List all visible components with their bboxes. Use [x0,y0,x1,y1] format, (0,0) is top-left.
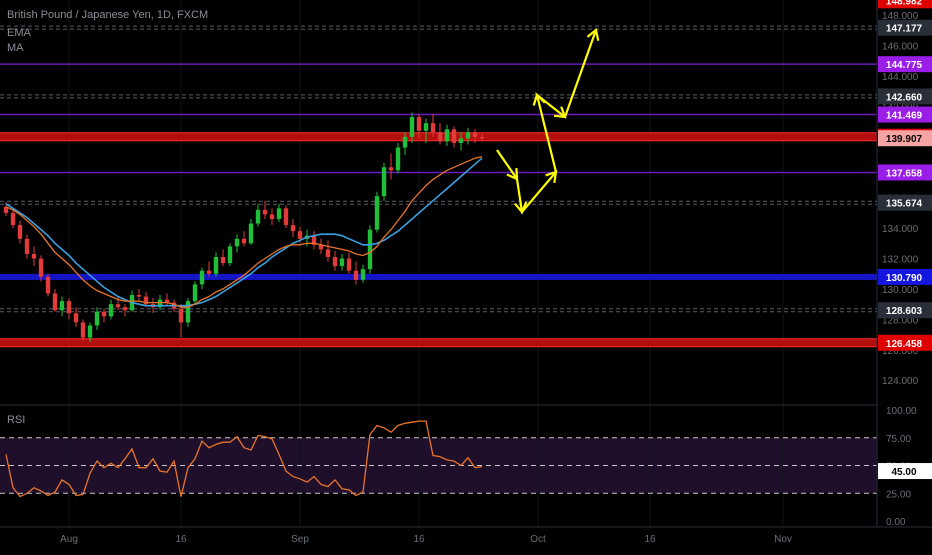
price-tag-label: 135.674 [886,199,923,210]
candle-body[interactable] [24,238,30,254]
candle-body[interactable] [353,270,359,280]
candle-body[interactable] [227,246,233,264]
price-tag-label: 139.907 [886,134,923,145]
candle-body[interactable] [241,238,247,244]
candle-body[interactable] [297,231,303,239]
price-tag-label: 144.775 [886,60,923,71]
candle-body[interactable] [451,129,457,143]
candle-body[interactable] [360,269,366,280]
candle-body[interactable] [234,238,240,247]
price-tag-label: 142.660 [886,92,923,103]
candle-body[interactable] [115,304,121,308]
candle-body[interactable] [395,147,401,171]
candle-body[interactable] [339,258,345,267]
chart-canvas[interactable]: 148.000146.000144.000142.000140.000138.0… [0,0,932,550]
candle-body[interactable] [325,249,331,258]
level-blue-zone [0,273,877,280]
ema-indicator-label[interactable]: EMA [7,27,31,39]
candle-body[interactable] [402,136,408,148]
candle-body[interactable] [276,208,282,219]
candle-body[interactable] [45,276,51,294]
candle-body[interactable] [283,208,289,226]
rsi-tick-label: 0.00 [886,517,906,528]
candle-body[interactable] [136,295,142,297]
price-tick-label: 132.000 [882,255,919,266]
time-tick-label: Aug [60,534,78,545]
time-tick-label: 16 [413,534,425,545]
candle-body[interactable] [66,301,72,314]
price-tag-label: 141.469 [886,111,923,122]
candle-body[interactable] [108,304,114,317]
candle-body[interactable] [185,301,191,323]
candle-body[interactable] [59,301,65,311]
candle-body[interactable] [367,229,373,270]
rsi-current-tag-label: 45.00 [891,467,916,478]
price-tick-label: 146.000 [882,42,919,53]
price-tag-label: 126.458 [886,339,923,350]
candle-body[interactable] [409,117,415,137]
candle-body[interactable] [206,270,212,274]
candle-body[interactable] [269,214,275,219]
candle-body[interactable] [101,311,107,317]
candle-body[interactable] [388,167,394,171]
candle-body[interactable] [80,322,86,338]
candle-body[interactable] [346,258,352,271]
candle-body[interactable] [52,293,58,311]
candle-body[interactable] [10,212,16,226]
candle-body[interactable] [332,257,338,267]
rsi-tick-label: 100.00 [886,406,917,417]
candle-body[interactable] [31,253,37,259]
candle-body[interactable] [17,225,23,239]
candle-body[interactable] [220,257,226,264]
candle-body[interactable] [213,257,219,274]
price-tag-label: 128.603 [886,306,923,317]
rsi-band [0,437,877,494]
price-tick-label: 124.000 [882,376,919,387]
candle-body[interactable] [472,132,478,137]
price-tag-label: 130.790 [886,273,923,284]
candle-body[interactable] [437,132,443,142]
candle-body[interactable] [122,307,128,311]
candle-body[interactable] [416,117,422,131]
candle-body[interactable] [465,132,471,139]
price-tick-label: 134.000 [882,224,919,235]
time-tick-label: 16 [175,534,187,545]
price-tag-label: 147.177 [886,24,923,35]
candle-body[interactable] [87,325,93,338]
symbol-title: British Pound / Japanese Yen, 1D, FXCM [7,9,209,21]
time-tick-label: Sep [291,534,309,545]
candle-body[interactable] [38,258,44,277]
time-tick-label: 16 [644,534,656,545]
candle-body[interactable] [381,167,387,197]
candle-body[interactable] [199,270,205,285]
candle-body[interactable] [262,209,268,215]
candle-body[interactable] [374,196,380,230]
time-tick-label: Oct [530,534,546,545]
rsi-tick-label: 25.00 [886,489,911,500]
candle-body[interactable] [255,209,261,224]
chart-stage[interactable]: 148.000146.000144.000142.000140.000138.0… [0,0,932,550]
candle-body[interactable] [178,308,184,323]
level-red-zone [0,338,877,347]
candle-body[interactable] [430,123,436,133]
rsi-indicator-label[interactable]: RSI [7,414,25,426]
candle-body[interactable] [479,136,485,139]
rsi-tick-label: 75.00 [886,434,911,445]
price-tag-label: 137.658 [886,168,923,179]
candle-body[interactable] [290,225,296,232]
price-tick-label: 130.000 [882,285,919,296]
candle-body[interactable] [192,284,198,302]
price-tag-label: 148.982 [886,0,923,7]
candle-body[interactable] [423,123,429,131]
ma-indicator-label[interactable]: MA [7,42,24,54]
candle-body[interactable] [458,138,464,143]
candle-body[interactable] [248,223,254,244]
candle-body[interactable] [73,313,79,323]
price-tick-label: 144.000 [882,72,919,83]
candle-body[interactable] [444,129,450,142]
time-tick-label: Nov [774,534,792,545]
candle-body[interactable] [94,311,100,326]
